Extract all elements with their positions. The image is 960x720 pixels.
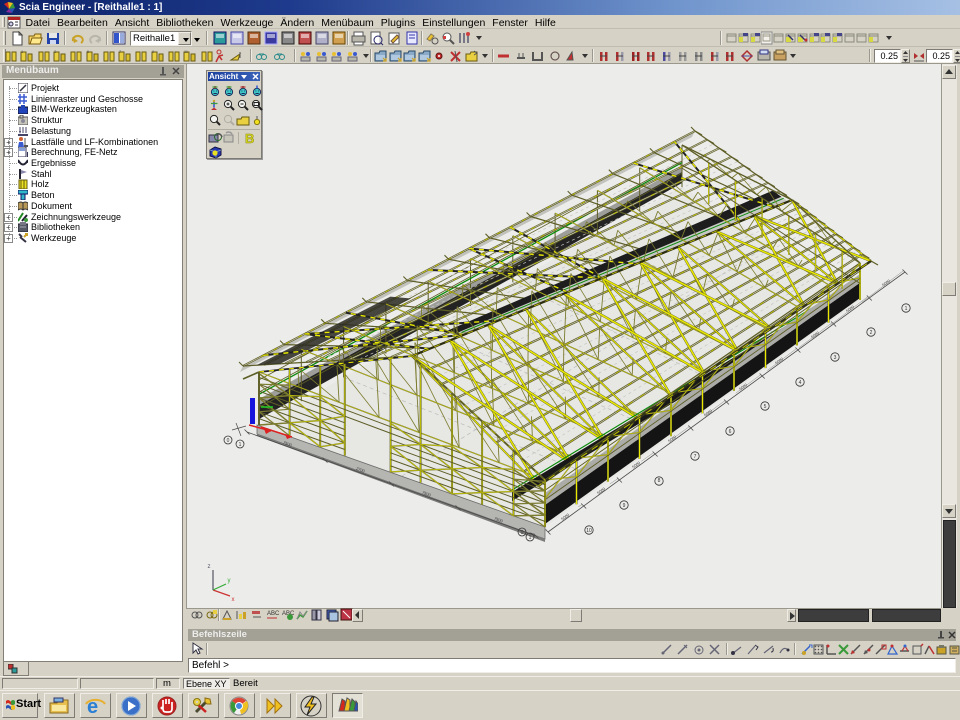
svg-text:ABC: ABC: [267, 611, 279, 617]
svg-text:1: 1: [529, 535, 532, 541]
svg-text:1: 1: [905, 306, 908, 312]
svg-text:0: 0: [227, 438, 230, 444]
svg-text:2: 2: [870, 330, 873, 336]
svg-text:z: z: [208, 564, 211, 570]
svg-text:x: x: [232, 597, 235, 603]
svg-text:7: 7: [694, 454, 697, 460]
svg-text:3: 3: [834, 355, 837, 361]
svg-text:10: 10: [586, 528, 592, 534]
svg-text:9: 9: [623, 503, 626, 509]
svg-text:1: 1: [239, 442, 242, 448]
svg-text:5: 5: [764, 404, 767, 410]
svg-text:4: 4: [799, 380, 802, 386]
svg-text:6: 6: [729, 429, 732, 435]
svg-text:y: y: [228, 578, 231, 584]
svg-text:8: 8: [658, 478, 661, 484]
svg-text:B: B: [245, 131, 254, 146]
